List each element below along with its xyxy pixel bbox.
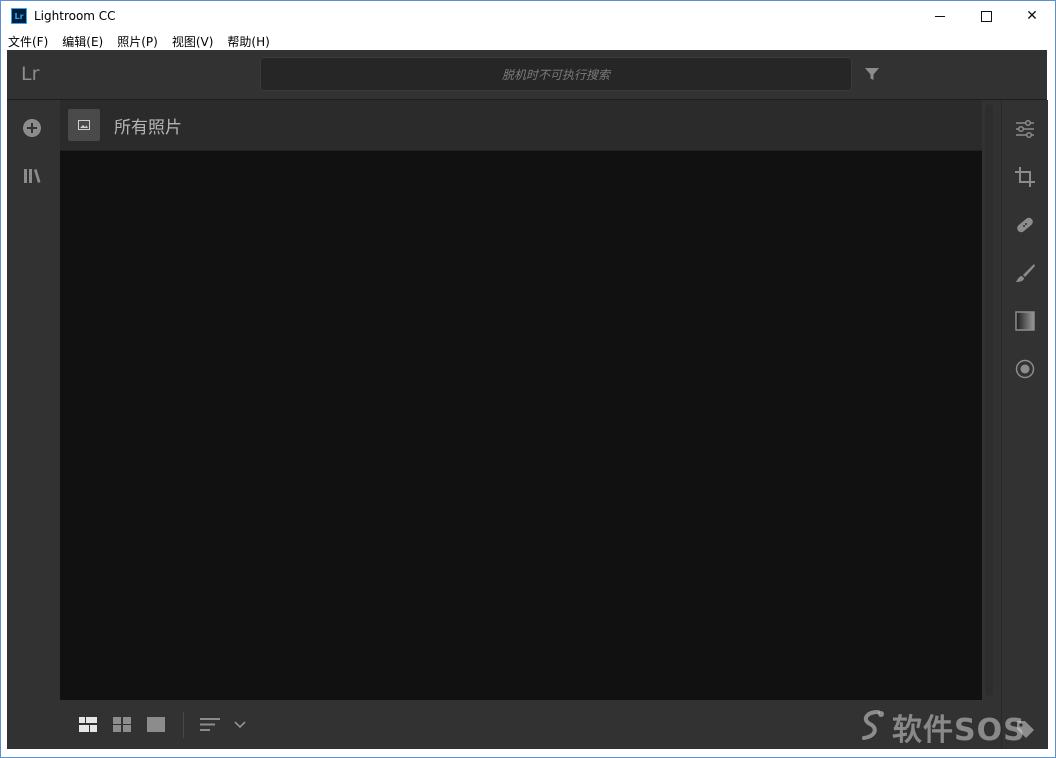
toolbar-divider [183,712,184,738]
scrollbar[interactable] [985,104,993,696]
crop-button[interactable] [1014,166,1036,188]
menu-help[interactable]: 帮助(H) [220,33,276,50]
minimize-icon [935,15,945,17]
square-grid-view-icon[interactable] [79,717,97,732]
photo-grid[interactable] [60,151,982,700]
add-photos-button[interactable] [22,118,42,138]
sort-icon[interactable] [200,717,220,732]
menu-file[interactable]: 文件(F) [1,33,55,50]
chevron-down-icon[interactable] [234,721,246,729]
library-button[interactable] [22,166,42,186]
lr-logo: Lr [21,63,40,85]
lightroom-workspace: Lr 脱机时不可执行搜索 所有照片 [7,50,1048,749]
brush-icon [1016,264,1035,282]
album-title: 所有照片 [114,118,182,138]
window-controls: ✕ [917,1,1055,31]
edit-sliders-icon [1016,119,1034,139]
detail-view-icon[interactable] [147,717,165,732]
menu-view[interactable]: 视图(V) [165,33,221,50]
search-field[interactable]: 脱机时不可执行搜索 [260,57,852,91]
maximize-button[interactable] [963,1,1009,31]
menu-bar: 文件(F) 编辑(E) 照片(P) 视图(V) 帮助(H) [1,31,1055,51]
healing-button[interactable] [1014,214,1036,236]
menu-photo[interactable]: 照片(P) [110,33,165,50]
library-icon [24,169,41,183]
radial-gradient-button[interactable] [1014,358,1036,380]
maximize-icon [980,10,992,22]
watermark-text: 软件SOS [892,713,1026,748]
search-placeholder: 脱机时不可执行搜索 [501,67,610,82]
main-panel: 所有照片 [60,100,982,749]
left-rail [7,100,58,749]
edit-button[interactable] [1014,118,1036,140]
image-icon [78,120,90,130]
title-bar: Lr Lightroom CC ✕ [1,1,1055,31]
filter-icon[interactable] [864,66,880,82]
photo-grid-view-icon[interactable] [113,717,131,732]
minimize-button[interactable] [917,1,963,31]
crop-icon [1015,167,1035,187]
brush-button[interactable] [1014,262,1036,284]
watermark-logo-icon [862,710,884,740]
healing-brush-icon [1017,217,1033,233]
close-button[interactable]: ✕ [1009,1,1055,31]
lightroom-app-icon: Lr [11,8,27,24]
close-icon: ✕ [1026,8,1038,24]
bottom-bar [60,700,982,749]
window-title: Lightroom CC [34,9,116,23]
top-bar: Lr 脱机时不可执行搜索 [7,50,1047,100]
album-thumbnail[interactable] [68,109,100,141]
right-rail [1001,100,1048,749]
album-header: 所有照片 [60,100,982,151]
add-photos-icon [23,119,41,137]
linear-gradient-icon [1015,311,1035,331]
linear-gradient-button[interactable] [1014,310,1036,332]
radial-gradient-icon [1015,359,1035,379]
menu-edit[interactable]: 编辑(E) [55,33,110,50]
